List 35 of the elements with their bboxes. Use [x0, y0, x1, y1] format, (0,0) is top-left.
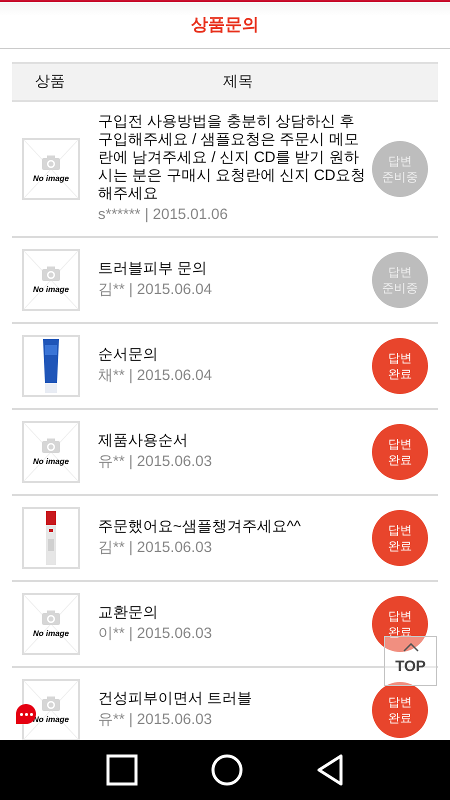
- inquiry-title[interactable]: 교환문의: [98, 604, 366, 622]
- inquiry-title[interactable]: 트러블피부 문의: [98, 260, 366, 278]
- inquiry-title[interactable]: 순서문의: [98, 346, 366, 364]
- top-button[interactable]: TOP: [384, 636, 437, 686]
- camera-icon: [41, 155, 61, 171]
- author-date: 유** | 2015.06.03: [98, 710, 213, 730]
- status-badge: 답변 완료: [372, 424, 428, 480]
- back-icon[interactable]: [316, 754, 344, 786]
- column-header: 제목: [222, 72, 254, 92]
- status-badge: 답변 완료: [372, 682, 428, 738]
- author-date: 유** | 2015.06.03: [98, 452, 213, 472]
- camera-icon: [41, 266, 61, 282]
- author-date: 김** | 2015.06.04: [98, 280, 213, 300]
- no-image-label: No image: [32, 286, 69, 294]
- inquiry-title[interactable]: 구입전 사용방법을 충분히 상담하신 후 구입해주세요 / 샘플요청은 주문시 메모란에 남겨주세요 / 신지 CD를 받기 원하시는 분은 구매시 요청란에 신지 CD요청해주세요: [98, 113, 366, 203]
- camera-icon: [41, 696, 61, 712]
- column-header: 상품: [34, 72, 66, 92]
- no-image-label: No image: [32, 175, 69, 183]
- page-title: 상품문의: [191, 14, 259, 36]
- home-icon[interactable]: [210, 754, 243, 786]
- author-date: 채** | 2015.06.04: [98, 366, 213, 386]
- chevron-up-icon: [402, 643, 418, 652]
- status-badge: 답변 완료: [372, 510, 428, 566]
- inquiry-title[interactable]: 건성피부이면서 트러블: [98, 690, 366, 708]
- camera-icon: [41, 438, 61, 454]
- camera-icon: [41, 610, 61, 626]
- recent-apps-icon[interactable]: [106, 754, 138, 786]
- no-image-label: No image: [32, 630, 69, 638]
- author-date: s****** | 2015.01.06: [98, 205, 229, 225]
- status-badge: 답변 완료: [372, 338, 428, 394]
- inquiry-title[interactable]: 제품사용순서: [98, 432, 366, 450]
- author-date: 김** | 2015.06.03: [98, 538, 213, 558]
- no-image-label: No image: [32, 458, 69, 466]
- inquiry-title[interactable]: 주문했어요~샘플챙겨주세요^^: [98, 518, 366, 536]
- author-date: 이** | 2015.06.03: [98, 624, 213, 644]
